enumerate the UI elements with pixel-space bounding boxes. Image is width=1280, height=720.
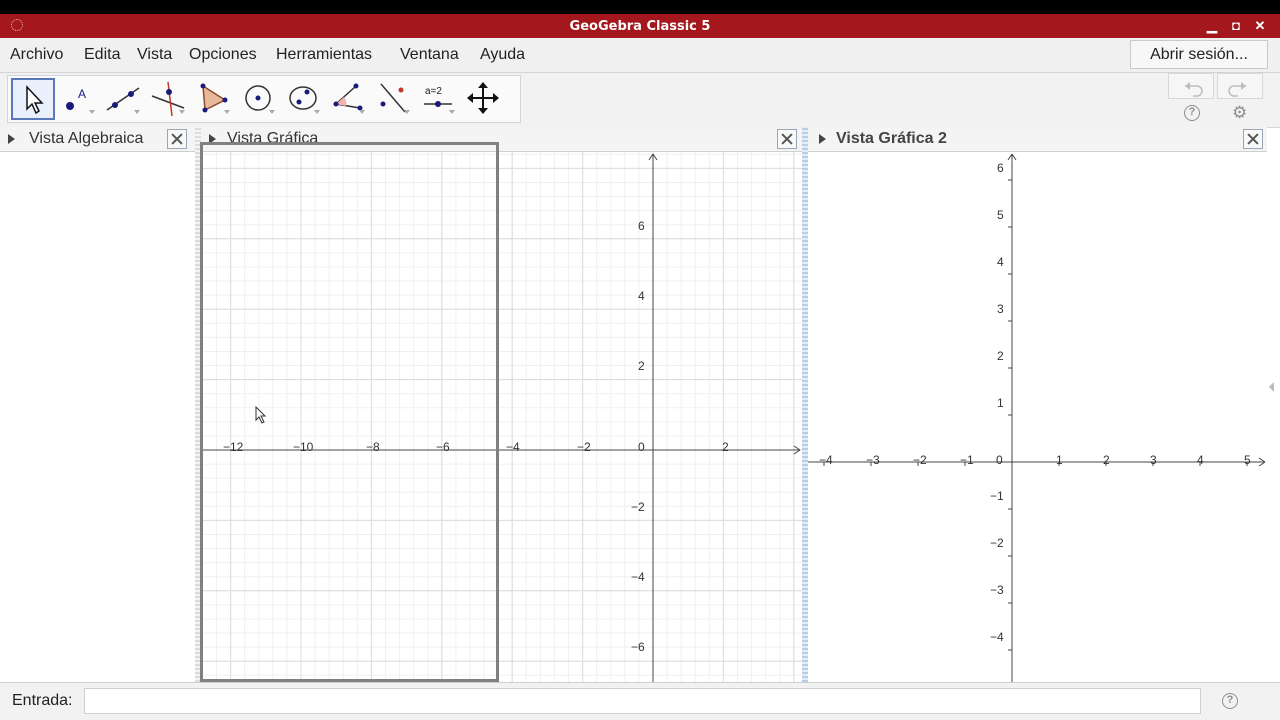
x-tick-label: 0 <box>996 453 1003 467</box>
x-tick-label: 3 <box>1150 453 1157 467</box>
y-tick-label: 1 <box>997 396 1004 410</box>
undo-button[interactable] <box>1168 73 1214 99</box>
x-tick-label: −2 <box>913 453 927 467</box>
triangle-icon[interactable] <box>8 134 15 144</box>
mouse-cursor-icon <box>255 406 267 424</box>
menu-vista[interactable]: Vista <box>137 46 172 64</box>
graphics-view-2-canvas[interactable] <box>808 152 1267 682</box>
slider-tool-icon[interactable]: a=2 <box>416 78 460 120</box>
line-tool-icon[interactable] <box>101 78 145 120</box>
y-tick-label: −1 <box>990 489 1004 503</box>
input-bar: Entrada: ? <box>0 682 1280 720</box>
perpendicular-tool-icon[interactable] <box>146 78 190 120</box>
menu-archivo[interactable]: Archivo <box>10 46 63 64</box>
close-algebra-button[interactable] <box>167 129 187 149</box>
close-window-icon[interactable]: ✕ <box>1251 17 1269 35</box>
x-tick-label: −4 <box>506 440 520 454</box>
y-tick-label: 2 <box>638 359 645 373</box>
y-tick-label: −3 <box>990 583 1004 597</box>
tool-group: A a=2 <box>7 75 521 123</box>
y-tick-label: 6 <box>638 219 645 233</box>
graphics-view-2-header[interactable]: Vista Gráfica 2 <box>808 127 1267 152</box>
graphics-view-2[interactable]: −4 −3 −2 −1 0 1 2 3 4 5 6 5 4 3 2 1 −1 −… <box>808 152 1267 682</box>
y-tick-label: 4 <box>638 289 645 303</box>
y-tick-label: −2 <box>990 536 1004 550</box>
move-tool-icon[interactable] <box>11 78 55 120</box>
menu-ventana[interactable]: Ventana <box>400 46 459 64</box>
input-field[interactable] <box>84 688 1201 714</box>
menu-herramientas[interactable]: Herramientas <box>276 46 372 64</box>
graphics-view-title: Vista Gráfica <box>227 130 319 147</box>
x-tick-label: −12 <box>223 440 244 454</box>
geogebra-window: GeoGebra Classic 5 ▁ ◘ ✕ Archivo Edita V… <box>0 14 1280 720</box>
algebra-view-header[interactable]: Vista Algebraica <box>0 127 195 152</box>
help-icon[interactable]: ? <box>1184 105 1200 121</box>
window-title: GeoGebra Classic 5 <box>569 19 711 34</box>
y-tick-label: 6 <box>997 161 1004 175</box>
x-tick-label: 2 <box>1103 453 1110 467</box>
close-graphics-2-button[interactable] <box>1243 129 1263 149</box>
menu-ayuda[interactable]: Ayuda <box>480 46 525 64</box>
move-view-tool-icon[interactable] <box>461 78 505 120</box>
minimize-icon[interactable]: ▁ <box>1203 17 1221 35</box>
point-tool-icon[interactable]: A <box>56 78 100 120</box>
y-tick-label: −6 <box>631 640 645 654</box>
input-label: Entrada: <box>12 692 73 709</box>
menu-opciones[interactable]: Opciones <box>189 46 257 64</box>
y-tick-label: −4 <box>990 630 1004 644</box>
reflect-tool-icon[interactable] <box>371 78 415 120</box>
gear-icon[interactable]: ⚙ <box>1232 103 1247 123</box>
triangle-icon[interactable] <box>819 134 826 144</box>
graphics-view-2-title: Vista Gráfica 2 <box>836 130 947 147</box>
y-tick-label: 5 <box>997 208 1004 222</box>
graphics-view[interactable]: −12 −10 −8 −6 −4 −2 0 2 6 4 2 −2 −4 −6 <box>201 152 802 682</box>
x-tick-label: −3 <box>866 453 880 467</box>
x-tick-label: −8 <box>366 440 380 454</box>
x-tick-label: 4 <box>1197 453 1204 467</box>
circle-tool-icon[interactable] <box>236 78 280 120</box>
x-tick-label: 0 <box>638 440 645 454</box>
input-help-icon[interactable]: ? <box>1222 693 1238 709</box>
y-tick-label: −2 <box>631 500 645 514</box>
angle-tool-icon[interactable] <box>326 78 370 120</box>
menu-bar: Archivo Edita Vista Opciones Herramienta… <box>0 38 1280 73</box>
maximize-icon[interactable]: ◘ <box>1227 17 1245 35</box>
slider-icon-text: a=2 <box>425 86 442 97</box>
close-graphics-button[interactable] <box>777 129 797 149</box>
y-tick-label: 4 <box>997 255 1004 269</box>
x-tick-label: −4 <box>819 453 833 467</box>
x-tick-label: −2 <box>577 440 591 454</box>
x-tick-label: 5 <box>1244 453 1251 467</box>
title-bar[interactable]: GeoGebra Classic 5 ▁ ◘ ✕ <box>0 14 1280 38</box>
algebra-view[interactable] <box>0 152 195 682</box>
triangle-icon[interactable] <box>209 134 216 144</box>
toolbar: A a=2 <box>0 73 1280 128</box>
svg-text:A: A <box>78 87 86 101</box>
graphics-view-canvas[interactable] <box>201 152 802 682</box>
algebra-view-title: Vista Algebraica <box>29 130 144 147</box>
y-tick-label: 3 <box>997 302 1004 316</box>
conic-tool-icon[interactable] <box>281 78 325 120</box>
login-button[interactable]: Abrir sesión... <box>1130 40 1268 69</box>
side-panel-toggle-icon[interactable] <box>1269 382 1274 392</box>
polygon-tool-icon[interactable] <box>191 78 235 120</box>
y-tick-label: −4 <box>631 570 645 584</box>
x-tick-label: 1 <box>1056 453 1063 467</box>
x-tick-label: 2 <box>722 440 729 454</box>
x-tick-label: −1 <box>960 453 974 467</box>
redo-button[interactable] <box>1217 73 1263 99</box>
menu-edita[interactable]: Edita <box>84 46 120 64</box>
x-tick-label: −10 <box>293 440 314 454</box>
x-tick-label: −6 <box>436 440 450 454</box>
y-tick-label: 2 <box>997 349 1004 363</box>
graphics-view-header[interactable]: Vista Gráfica <box>201 127 802 152</box>
